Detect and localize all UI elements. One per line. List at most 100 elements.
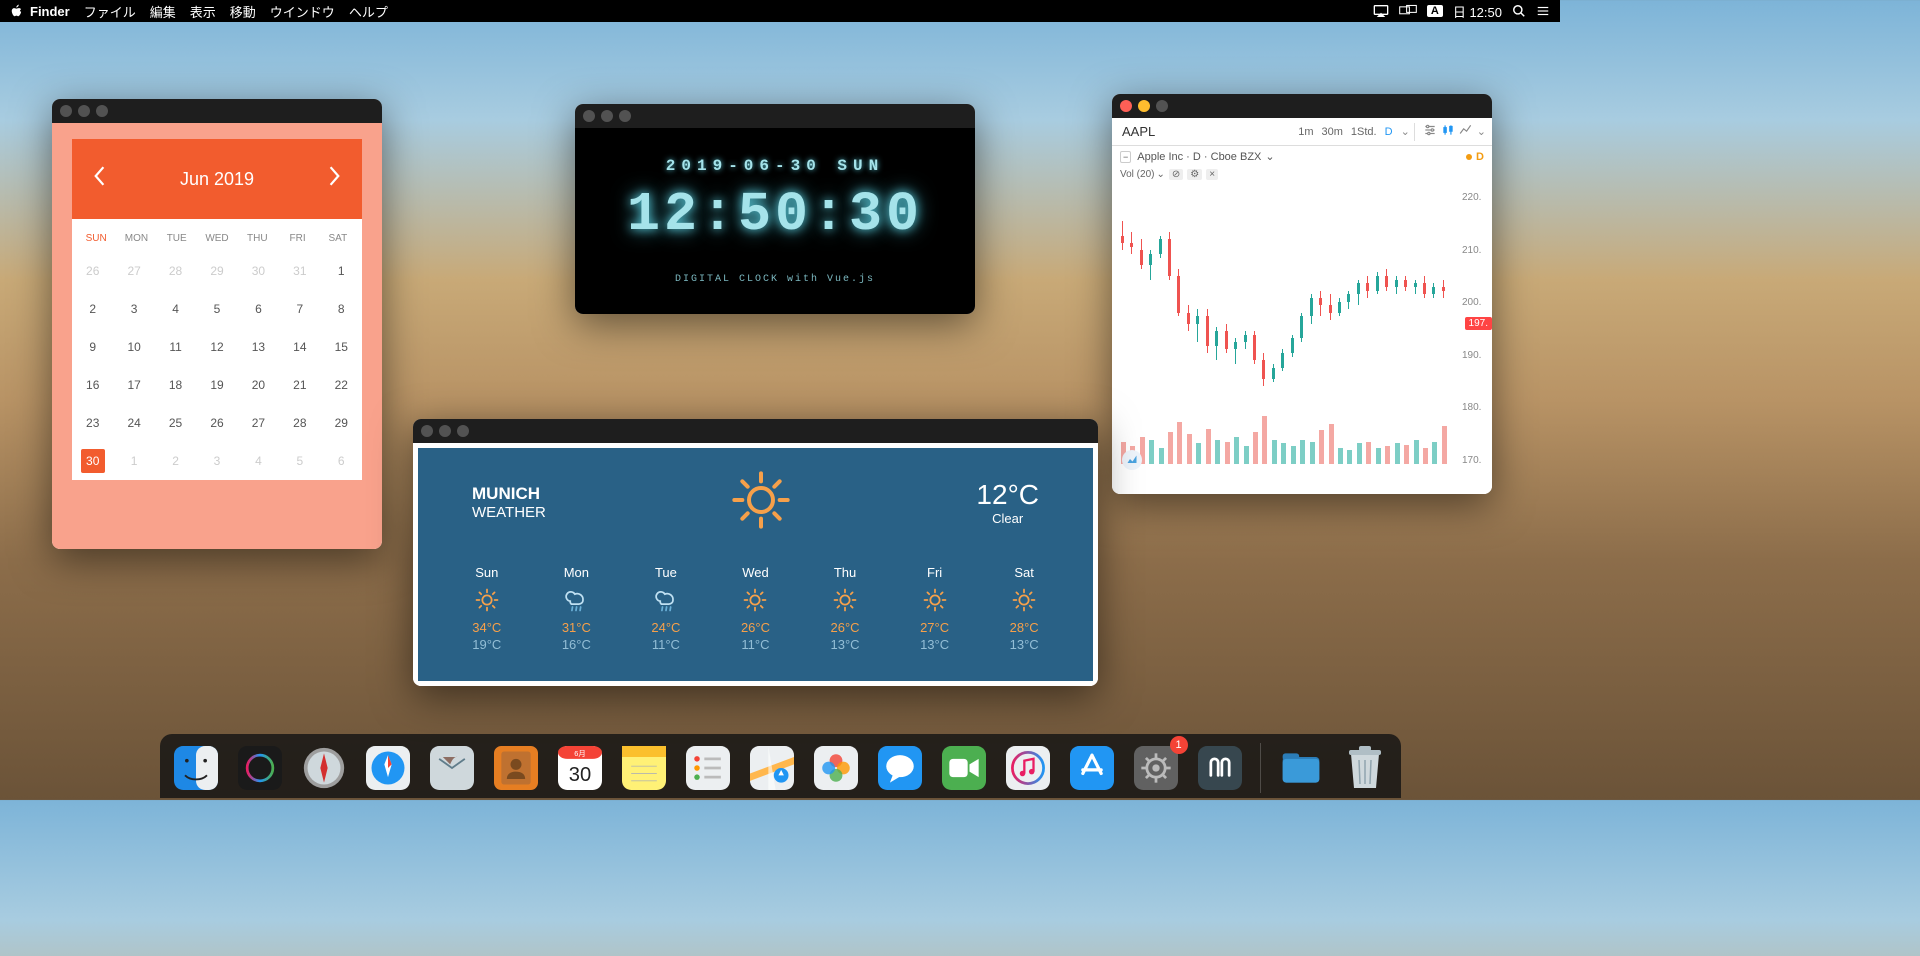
stock-chart[interactable]: 220.210.200.190.180.170.197. [1112, 184, 1492, 474]
calendar-day[interactable]: 17 [113, 366, 154, 404]
minimize-button[interactable] [78, 105, 90, 117]
notification-center-icon[interactable] [1536, 4, 1550, 18]
vol-hide-icon[interactable]: ⊘ [1169, 169, 1183, 180]
calendar-day[interactable]: 29 [196, 252, 237, 290]
dock-contacts[interactable] [488, 740, 544, 796]
calendar-day[interactable]: 7 [279, 290, 320, 328]
calendar-day[interactable]: 11 [155, 328, 196, 366]
zoom-button[interactable] [96, 105, 108, 117]
dock-facetime[interactable] [936, 740, 992, 796]
menu-file[interactable]: ファイル [84, 2, 136, 21]
vol-close-icon[interactable]: × [1206, 169, 1218, 180]
calendar-day[interactable]: 22 [321, 366, 362, 404]
calendar-day[interactable]: 27 [113, 252, 154, 290]
calendar-day[interactable]: 14 [279, 328, 320, 366]
calendar-day[interactable]: 21 [279, 366, 320, 404]
dock-reminders[interactable] [680, 740, 736, 796]
dock-photos[interactable] [808, 740, 864, 796]
menu-window[interactable]: ウインドウ [270, 2, 335, 21]
calendar-day[interactable]: 15 [321, 328, 362, 366]
calendar-day[interactable]: 1 [321, 252, 362, 290]
calendar-day[interactable]: 5 [196, 290, 237, 328]
candle-style-icon[interactable] [1441, 123, 1455, 140]
dock-itunes[interactable] [1000, 740, 1056, 796]
calendar-day[interactable]: 3 [196, 442, 237, 480]
airplay-icon[interactable] [1373, 4, 1389, 18]
calendar-day[interactable]: 24 [113, 404, 154, 442]
dock-preferences[interactable]: 1 [1128, 740, 1184, 796]
calendar-day[interactable]: 8 [321, 290, 362, 328]
timeframe-30m[interactable]: 30m [1322, 126, 1343, 138]
calendar-day[interactable]: 30 [72, 442, 113, 480]
chevron-down-icon[interactable]: ⌄ [1265, 150, 1274, 163]
dock-maps[interactable] [744, 740, 800, 796]
timeframe-1m[interactable]: 1m [1298, 126, 1313, 138]
input-mode-badge[interactable]: A [1427, 5, 1443, 17]
calendar-day[interactable]: 19 [196, 366, 237, 404]
dock-launchpad[interactable] [296, 740, 352, 796]
calendar-day[interactable]: 6 [238, 290, 279, 328]
calendar-day[interactable]: 1 [113, 442, 154, 480]
chart-logo-icon[interactable] [1122, 450, 1142, 470]
close-button[interactable] [421, 425, 433, 437]
dock-app-custom[interactable] [1192, 740, 1248, 796]
calendar-day[interactable]: 28 [279, 404, 320, 442]
stock-symbol[interactable]: AAPL [1118, 124, 1155, 139]
calendar-day[interactable]: 6 [321, 442, 362, 480]
stock-titlebar[interactable] [1112, 94, 1492, 118]
calendar-day[interactable]: 20 [238, 366, 279, 404]
calendar-day[interactable]: 9 [72, 328, 113, 366]
calendar-day[interactable]: 13 [238, 328, 279, 366]
calendar-titlebar[interactable] [52, 99, 382, 123]
dock-appstore[interactable] [1064, 740, 1120, 796]
calendar-day[interactable]: 27 [238, 404, 279, 442]
clock-titlebar[interactable] [575, 104, 975, 128]
dock-siri[interactable] [232, 740, 288, 796]
minimize-button[interactable] [439, 425, 451, 437]
calendar-day[interactable]: 4 [155, 290, 196, 328]
calendar-day[interactable]: 18 [155, 366, 196, 404]
menu-help[interactable]: ヘルプ [349, 2, 388, 21]
calendar-day[interactable]: 10 [113, 328, 154, 366]
minimize-button[interactable] [1138, 100, 1150, 112]
chevron-down-icon[interactable]: ⌄ [1477, 125, 1486, 138]
minimize-button[interactable] [601, 110, 613, 122]
line-style-icon[interactable] [1459, 123, 1473, 140]
close-button[interactable] [1120, 100, 1132, 112]
zoom-button[interactable] [457, 425, 469, 437]
calendar-day[interactable]: 4 [238, 442, 279, 480]
indicators-icon[interactable] [1423, 123, 1437, 140]
calendar-day[interactable]: 12 [196, 328, 237, 366]
prev-month-button[interactable] [92, 165, 106, 194]
calendar-day[interactable]: 23 [72, 404, 113, 442]
chevron-down-icon[interactable]: ⌄ [1156, 169, 1164, 180]
menu-view[interactable]: 表示 [190, 2, 216, 21]
dock-finder[interactable] [168, 740, 224, 796]
calendar-day[interactable]: 31 [279, 252, 320, 290]
displays-icon[interactable] [1399, 4, 1417, 18]
calendar-day[interactable]: 29 [321, 404, 362, 442]
apple-menu-icon[interactable] [10, 4, 24, 18]
calendar-day[interactable]: 28 [155, 252, 196, 290]
timeframe-1h[interactable]: 1Std. [1351, 126, 1377, 138]
calendar-day[interactable]: 26 [196, 404, 237, 442]
dock-trash[interactable] [1337, 740, 1393, 796]
menu-go[interactable]: 移動 [230, 2, 256, 21]
calendar-day[interactable]: 2 [72, 290, 113, 328]
dock-mail[interactable] [424, 740, 480, 796]
menubar-clock[interactable]: 日 12:50 [1453, 2, 1502, 21]
calendar-day[interactable]: 5 [279, 442, 320, 480]
collapse-icon[interactable]: − [1120, 151, 1131, 163]
dock-notes[interactable] [616, 740, 672, 796]
app-name[interactable]: Finder [30, 4, 70, 19]
chevron-down-icon[interactable]: ⌄ [1401, 125, 1410, 138]
weather-titlebar[interactable] [413, 419, 1098, 443]
calendar-day[interactable]: 2 [155, 442, 196, 480]
calendar-day[interactable]: 26 [72, 252, 113, 290]
calendar-day[interactable]: 25 [155, 404, 196, 442]
timeframe-d[interactable]: D [1385, 126, 1393, 138]
dock-calendar[interactable]: 6月30 [552, 740, 608, 796]
menu-edit[interactable]: 編集 [150, 2, 176, 21]
calendar-day[interactable]: 16 [72, 366, 113, 404]
dock-safari[interactable] [360, 740, 416, 796]
